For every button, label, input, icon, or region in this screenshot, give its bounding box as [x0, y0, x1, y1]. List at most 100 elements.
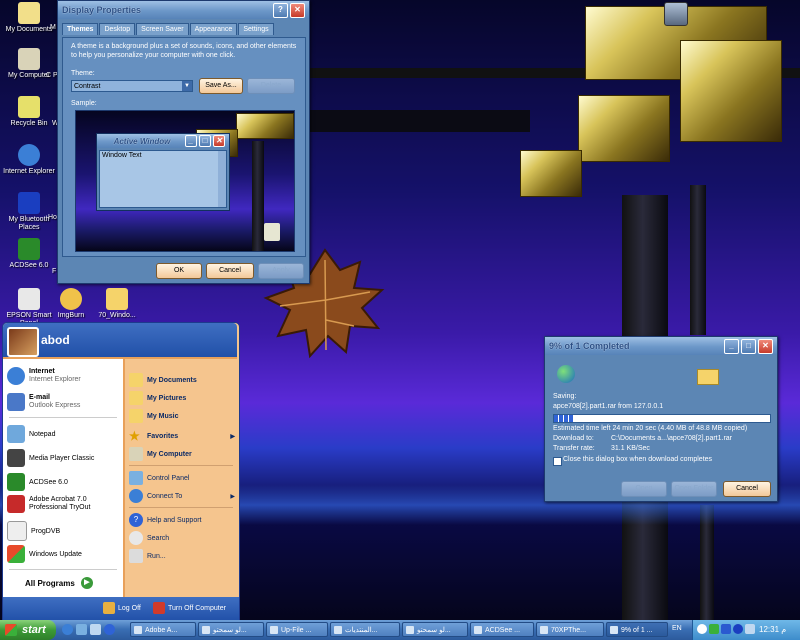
item-title: Run...: [147, 552, 166, 560]
item-title: Control Panel: [147, 474, 190, 482]
delete-button[interactable]: Delete: [247, 78, 295, 94]
transfer-rate-label: Transfer rate:: [553, 445, 595, 452]
show-desktop-icon[interactable]: [90, 624, 101, 635]
chevron-down-icon[interactable]: ▼: [182, 81, 192, 91]
item-title: Search: [147, 534, 170, 542]
tray-icon[interactable]: [721, 624, 731, 634]
title-bar[interactable]: 9% of 1 Completed _ □ ✕: [545, 337, 777, 355]
taskbar-button[interactable]: لو سمحتو...: [198, 622, 264, 637]
start-item-help[interactable]: ? Help and Support: [129, 513, 201, 527]
clock[interactable]: 12:31 م: [759, 625, 786, 634]
tab-settings[interactable]: Settings: [238, 23, 274, 35]
desktop-icon-70-windo[interactable]: 70_Windo...: [88, 288, 146, 320]
tab-screen-saver[interactable]: Screen Saver: [136, 23, 189, 35]
close-when-done-checkbox[interactable]: [553, 457, 562, 466]
item-title: My Music: [147, 412, 179, 420]
start-item-progdvb[interactable]: ProgDVB: [7, 521, 60, 541]
tray-icon[interactable]: [709, 624, 719, 634]
start-item-control-panel[interactable]: Control Panel: [129, 471, 189, 485]
apply-button[interactable]: Apply: [258, 263, 304, 279]
item-title: My Documents: [147, 376, 197, 384]
desktop-icon-bluetooth-places[interactable]: My Bluetooth Places: [0, 192, 58, 232]
start-item-adobe-acrobat[interactable]: Adobe Acrobat 7.0 Professional TryOut: [7, 495, 90, 513]
theme-label: Theme:: [71, 70, 95, 77]
language-indicator[interactable]: EN: [672, 625, 682, 632]
item-title: Internet: [29, 368, 55, 375]
tab-strip: Themes Desktop Screen Saver Appearance S…: [62, 23, 275, 35]
start-item-acdsee[interactable]: ACDSee 6.0: [7, 473, 68, 491]
start-item-windows-update[interactable]: Windows Update: [7, 545, 82, 563]
music-folder-icon: [129, 409, 143, 423]
open-folder-button[interactable]: Open Folder: [671, 481, 717, 497]
media-player-icon[interactable]: [104, 624, 115, 635]
start-item-my-pictures[interactable]: My Pictures: [129, 391, 186, 405]
open-button[interactable]: Open: [621, 481, 667, 497]
maximize-button[interactable]: □: [741, 338, 756, 354]
saving-label: Saving:: [553, 393, 577, 400]
start-menu: abod Internet Internet Explorer E-mail O…: [2, 322, 240, 622]
all-programs-button[interactable]: All Programs ▶: [25, 577, 93, 589]
cancel-button[interactable]: Cancel: [723, 481, 771, 497]
avatar: [7, 327, 39, 357]
title-bar[interactable]: Display Properties ? ✕: [58, 1, 309, 19]
desktop-icon-recycle-bin[interactable]: Recycle Bin: [0, 96, 58, 128]
key-icon: [103, 602, 115, 614]
sample-label: Sample:: [71, 100, 97, 107]
ok-button[interactable]: OK: [156, 263, 202, 279]
desktop-icon-label: My Documents: [5, 26, 53, 33]
close-button[interactable]: ✕: [758, 338, 773, 354]
internet-explorer-icon[interactable]: [62, 624, 73, 635]
minimize-icon: _: [185, 135, 197, 147]
start-button[interactable]: start: [0, 620, 56, 640]
desktop-icon-label: 70_Windo...: [98, 312, 136, 319]
item-title: Connect To: [147, 492, 183, 500]
start-item-notepad[interactable]: Notepad: [7, 425, 55, 443]
tab-desktop[interactable]: Desktop: [99, 23, 136, 35]
item-subtitle: Internet Explorer: [29, 376, 81, 383]
start-item-email[interactable]: E-mail Outlook Express: [7, 393, 80, 411]
start-item-connect-to[interactable]: Connect To ▶: [129, 489, 235, 503]
close-button[interactable]: ✕: [290, 2, 305, 18]
cancel-button[interactable]: Cancel: [206, 263, 254, 279]
save-as-button[interactable]: Save As...: [199, 78, 243, 94]
item-title: E-mail: [29, 394, 51, 401]
run-icon: [129, 549, 143, 563]
start-item-run[interactable]: Run...: [129, 549, 166, 563]
bluetooth-icon[interactable]: [733, 624, 743, 634]
taskbar-button[interactable]: لو سمحتو...: [402, 622, 468, 637]
theme-select[interactable]: Contrast ▼: [71, 80, 193, 92]
start-item-internet[interactable]: Internet Internet Explorer: [7, 367, 81, 385]
tray-icon[interactable]: [697, 624, 707, 634]
tray-icon[interactable]: [745, 624, 755, 634]
desktop-icon-acdsee[interactable]: ACDSee 6.0: [0, 238, 58, 270]
taskbar-button[interactable]: المنتديات...: [330, 622, 400, 637]
start-item-my-computer[interactable]: My Computer: [129, 447, 192, 461]
windows-update-icon: [7, 545, 25, 563]
taskbar-button[interactable]: Up-File ...: [266, 622, 328, 637]
desktop-icon-label: ACDSee 6.0: [9, 262, 49, 269]
tab-appearance[interactable]: Appearance: [189, 23, 238, 35]
help-icon: ?: [129, 513, 143, 527]
turn-off-button[interactable]: Turn Off Computer: [153, 602, 226, 614]
start-item-my-documents[interactable]: My Documents: [129, 373, 197, 387]
start-item-favorites[interactable]: ★ Favorites ▶: [129, 429, 235, 443]
tab-themes[interactable]: Themes: [62, 23, 99, 35]
turn-off-label: Turn Off Computer: [168, 604, 226, 612]
taskbar-button[interactable]: 70XPThe...: [536, 622, 604, 637]
log-off-button[interactable]: Log Off: [103, 602, 141, 614]
taskbar-button[interactable]: 9% of 1 ...: [606, 622, 668, 637]
start-item-search[interactable]: Search: [129, 531, 169, 545]
help-button[interactable]: ?: [273, 2, 288, 18]
minimize-button[interactable]: _: [724, 338, 739, 354]
desktop-icon-internet-explorer[interactable]: Internet Explorer: [0, 144, 58, 176]
outlook-express-icon[interactable]: [76, 624, 87, 635]
estimated-time: Estimated time left 24 min 20 sec (4.40 …: [553, 425, 748, 432]
start-item-media-player[interactable]: Media Player Classic: [7, 449, 94, 467]
taskbar-button[interactable]: ACDSee ...: [470, 622, 534, 637]
download-to-value: C:\Documents a...\apce708[2].part1.rar: [611, 435, 733, 442]
sample-preview: Active Window _ □ ✕ Window Text: [75, 110, 295, 252]
start-item-my-music[interactable]: My Music: [129, 409, 179, 423]
power-icon: [153, 602, 165, 614]
item-title: ACDSee 6.0: [29, 478, 68, 486]
taskbar-button[interactable]: Adobe A...: [130, 622, 196, 637]
